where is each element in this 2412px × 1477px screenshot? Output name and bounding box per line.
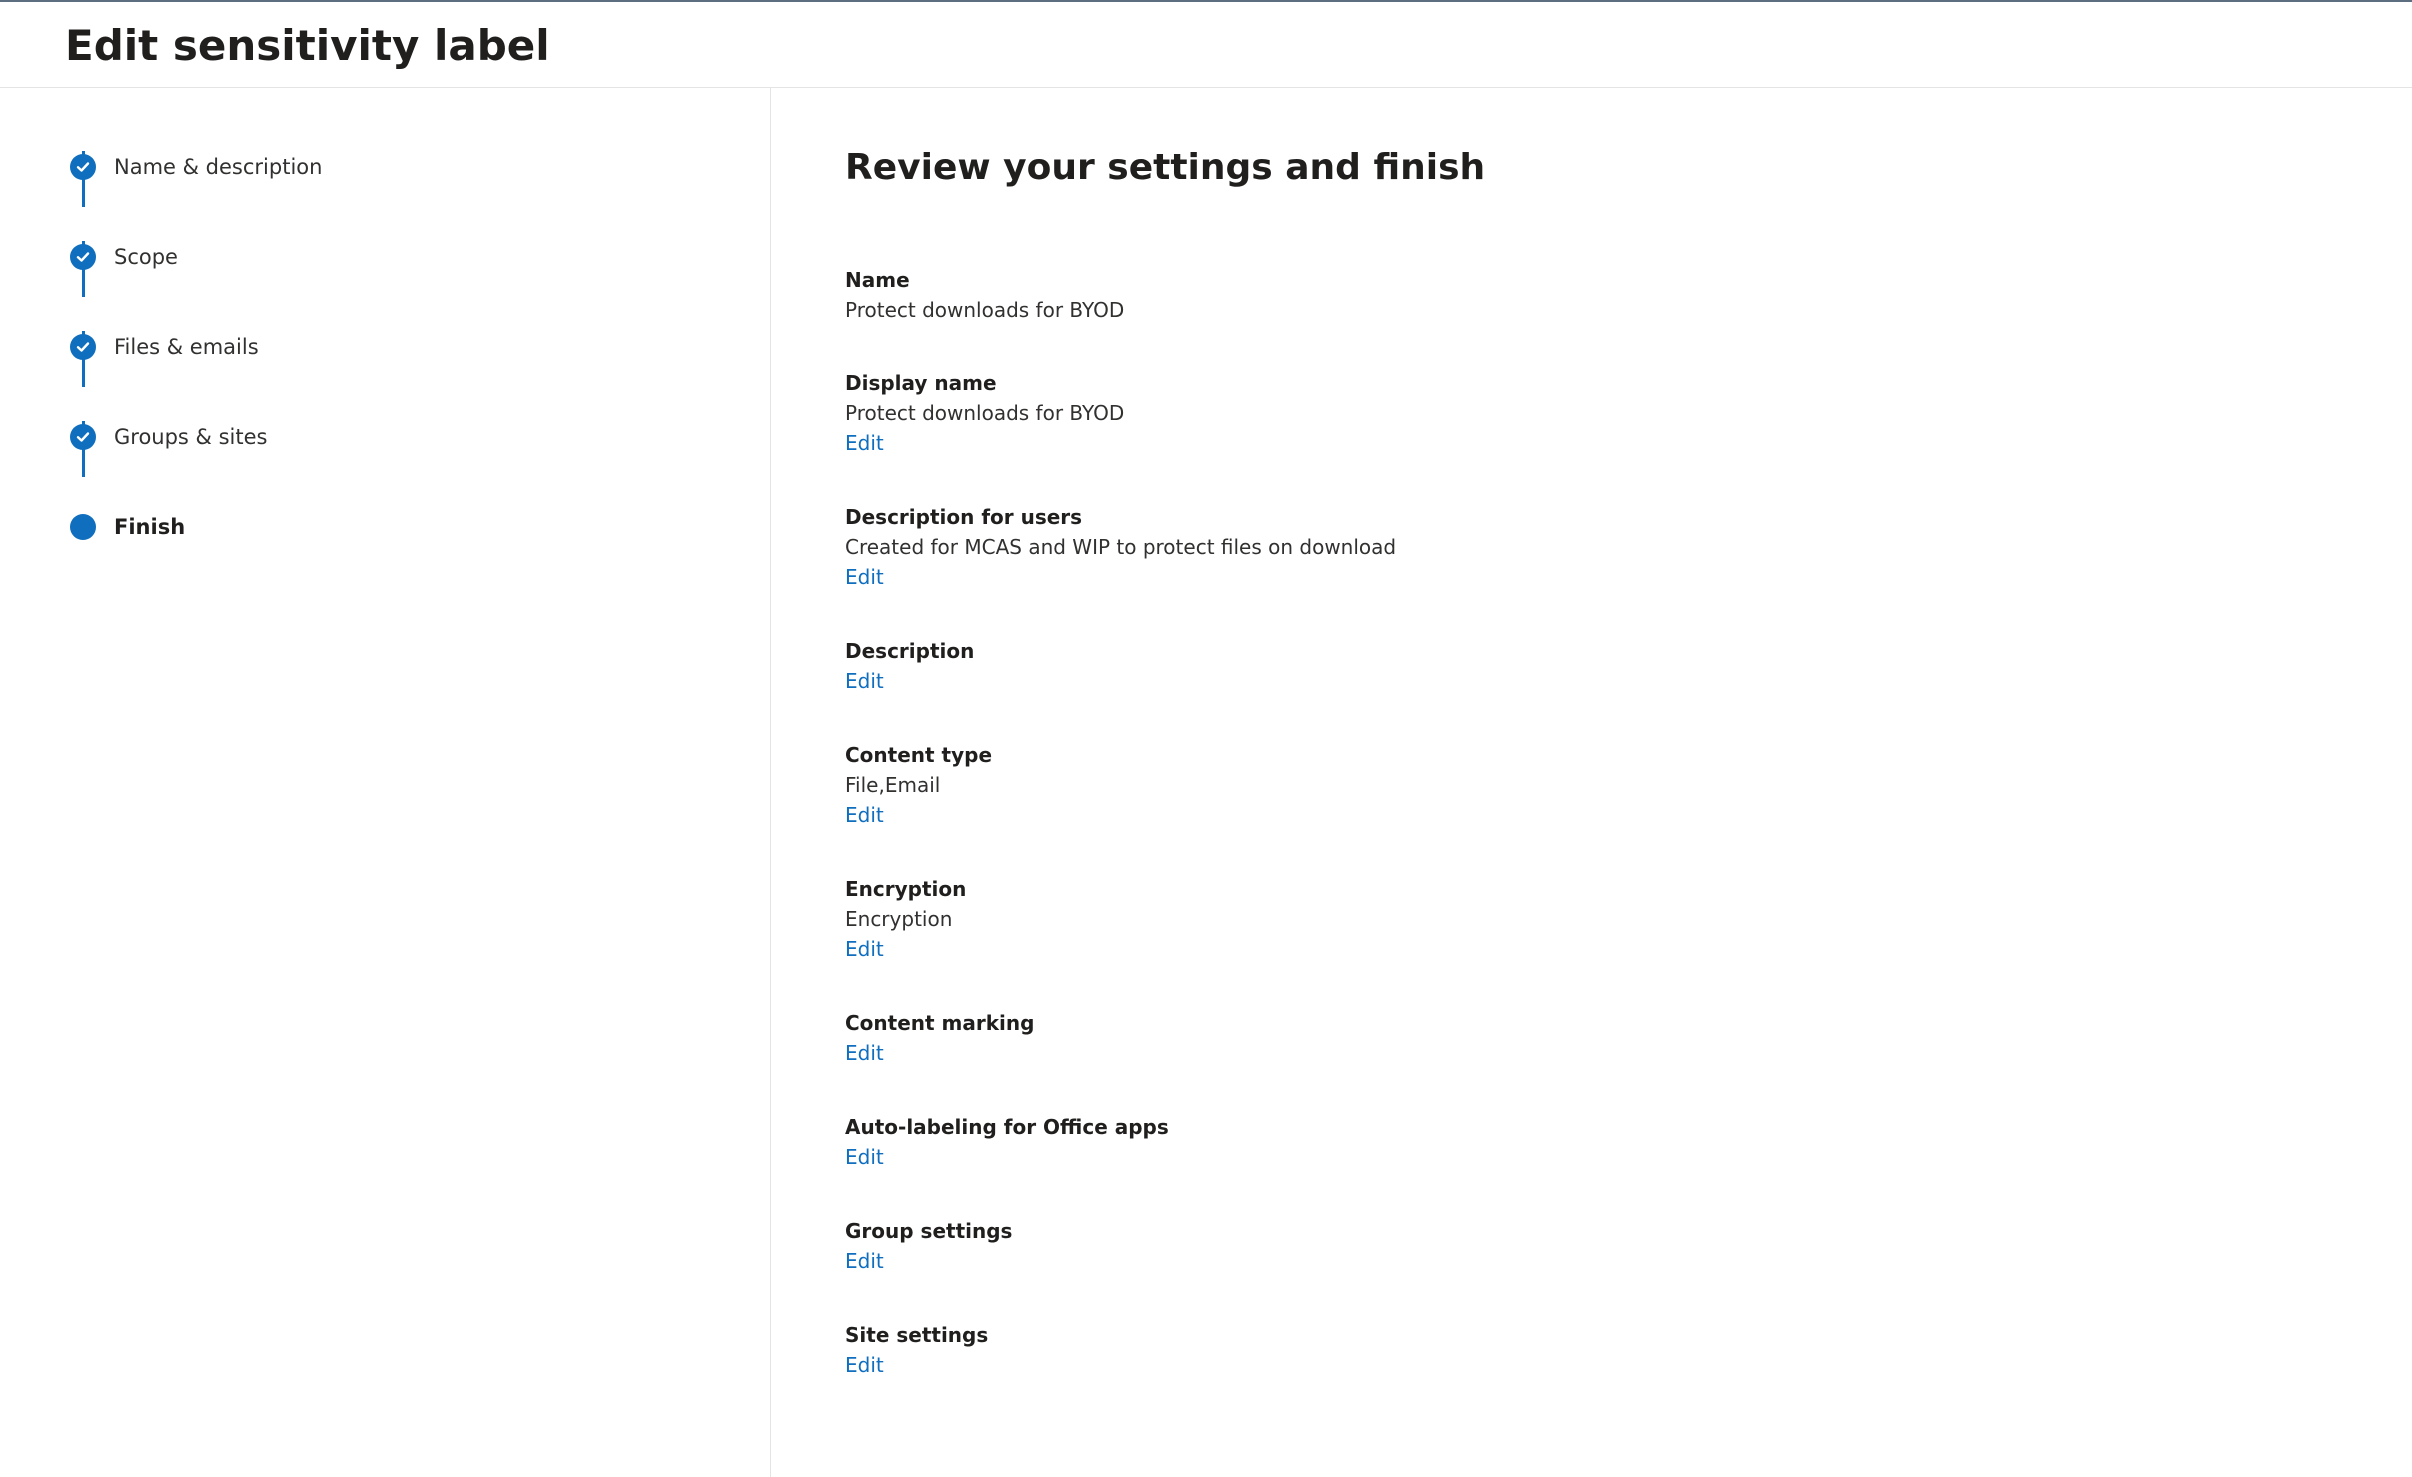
review-heading: Review your settings and finish <box>845 147 1486 188</box>
field-label: Content marking <box>845 1011 1035 1035</box>
page-header: Edit sensitivity label <box>0 2 2412 88</box>
field-display-name: Display name Protect downloads for BYOD … <box>845 368 2045 458</box>
field-label: Display name <box>845 371 997 395</box>
step-name-description[interactable]: Name & description <box>70 152 322 182</box>
field-value: File,Email <box>845 773 941 797</box>
field-name: Name Protect downloads for BYOD <box>845 265 2045 325</box>
step-label: Groups & sites <box>114 425 268 449</box>
field-value: Protect downloads for BYOD <box>845 298 1125 322</box>
field-content-type: Content type File,Email Edit <box>845 740 2045 830</box>
review-panel: Review your settings and finish Name Pro… <box>772 88 2412 1477</box>
field-label: Description for users <box>845 505 1083 529</box>
field-value: Protect downloads for BYOD <box>845 401 1125 425</box>
field-value: Created for MCAS and WIP to protect file… <box>845 535 1397 559</box>
edit-description-for-users-link[interactable]: Edit <box>845 562 884 592</box>
step-label: Files & emails <box>114 335 259 359</box>
edit-display-name-link[interactable]: Edit <box>845 428 884 458</box>
edit-group-settings-link[interactable]: Edit <box>845 1246 884 1276</box>
step-label: Name & description <box>114 155 323 179</box>
field-label: Description <box>845 639 975 663</box>
field-content-marking: Content marking Edit <box>845 1008 2045 1068</box>
field-description: Description Edit <box>845 636 2045 696</box>
wizard-steps-nav: Name & description Scope Files & emails … <box>0 88 771 1477</box>
step-groups-sites[interactable]: Groups & sites <box>70 422 267 452</box>
field-label: Name <box>845 268 910 292</box>
step-label: Scope <box>114 245 178 269</box>
field-auto-labeling: Auto-labeling for Office apps Edit <box>845 1112 2045 1172</box>
edit-encryption-link[interactable]: Edit <box>845 934 884 964</box>
field-label: Content type <box>845 743 993 767</box>
step-finish[interactable]: Finish <box>70 512 185 542</box>
field-label: Auto-labeling for Office apps <box>845 1115 1169 1139</box>
step-files-emails[interactable]: Files & emails <box>70 332 259 362</box>
checkmark-icon <box>70 334 96 360</box>
field-description-for-users: Description for users Created for MCAS a… <box>845 502 2045 592</box>
step-label: Finish <box>114 515 186 539</box>
edit-site-settings-link[interactable]: Edit <box>845 1350 884 1380</box>
checkmark-icon <box>70 424 96 450</box>
edit-auto-labeling-link[interactable]: Edit <box>845 1142 884 1172</box>
field-label: Group settings <box>845 1219 1013 1243</box>
field-encryption: Encryption Encryption Edit <box>845 874 2045 964</box>
field-label: Encryption <box>845 877 967 901</box>
field-value: Encryption <box>845 907 953 931</box>
step-scope[interactable]: Scope <box>70 242 178 272</box>
edit-content-marking-link[interactable]: Edit <box>845 1038 884 1068</box>
checkmark-icon <box>70 244 96 270</box>
field-site-settings: Site settings Edit <box>845 1320 2045 1380</box>
current-step-dot-icon <box>70 514 96 540</box>
field-label: Site settings <box>845 1323 989 1347</box>
checkmark-icon <box>70 154 96 180</box>
field-group-settings: Group settings Edit <box>845 1216 2045 1276</box>
edit-description-link[interactable]: Edit <box>845 666 884 696</box>
edit-content-type-link[interactable]: Edit <box>845 800 884 830</box>
page-title: Edit sensitivity label <box>65 21 550 70</box>
